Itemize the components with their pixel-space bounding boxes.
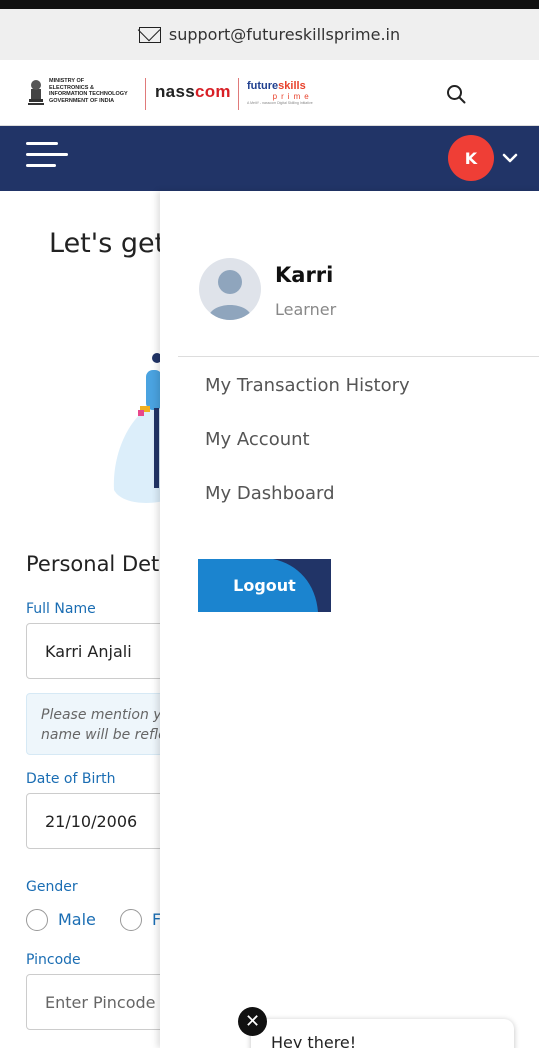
- user-avatar-button[interactable]: K: [448, 135, 494, 181]
- meity-logo-text: MINISTRY OF ELECTRONICS & INFORMATION TE…: [49, 78, 128, 104]
- support-bar: support@futureskillsprime.in: [0, 9, 539, 60]
- national-emblem-icon: [28, 80, 44, 105]
- gender-label: Gender: [26, 879, 78, 895]
- section-title-personal-details: Personal Deta: [26, 552, 173, 576]
- nasscom-logo: nasscom: [155, 82, 231, 101]
- menu-item-my-dashboard[interactable]: My Dashboard: [205, 483, 335, 504]
- user-profile-avatar: [199, 258, 261, 320]
- menu-item-transaction-history[interactable]: My Transaction History: [205, 375, 410, 396]
- page-title: Let's get: [49, 228, 166, 259]
- pincode-label: Pincode: [26, 952, 81, 968]
- support-email[interactable]: support@futureskillsprime.in: [169, 25, 400, 44]
- gender-male-label: Male: [58, 910, 96, 929]
- menu-divider: [178, 356, 539, 357]
- mail-icon: [138, 26, 161, 43]
- chevron-down-icon[interactable]: [500, 150, 520, 166]
- logout-button[interactable]: Logout: [198, 559, 331, 612]
- full-name-label: Full Name: [26, 601, 96, 617]
- chat-close-icon[interactable]: ✕: [238, 1007, 267, 1036]
- chat-greeting-bubble[interactable]: Hey there!: [251, 1019, 514, 1048]
- logo-divider: [238, 78, 239, 110]
- user-name: Karri: [275, 263, 334, 287]
- hamburger-menu-icon[interactable]: [26, 142, 68, 170]
- user-silhouette-icon: [208, 270, 252, 320]
- gender-male-radio[interactable]: [26, 909, 48, 931]
- futureskills-prime-logo[interactable]: futureskills prime A MeitY - nasscom Dig…: [247, 80, 313, 105]
- menu-item-my-account[interactable]: My Account: [205, 429, 310, 450]
- user-menu-panel: [160, 191, 539, 1048]
- status-bar: [0, 0, 539, 9]
- dob-label: Date of Birth: [26, 771, 116, 787]
- gender-female-radio[interactable]: [120, 909, 142, 931]
- user-role: Learner: [275, 300, 337, 319]
- search-icon[interactable]: [446, 84, 466, 104]
- logo-divider: [145, 78, 146, 110]
